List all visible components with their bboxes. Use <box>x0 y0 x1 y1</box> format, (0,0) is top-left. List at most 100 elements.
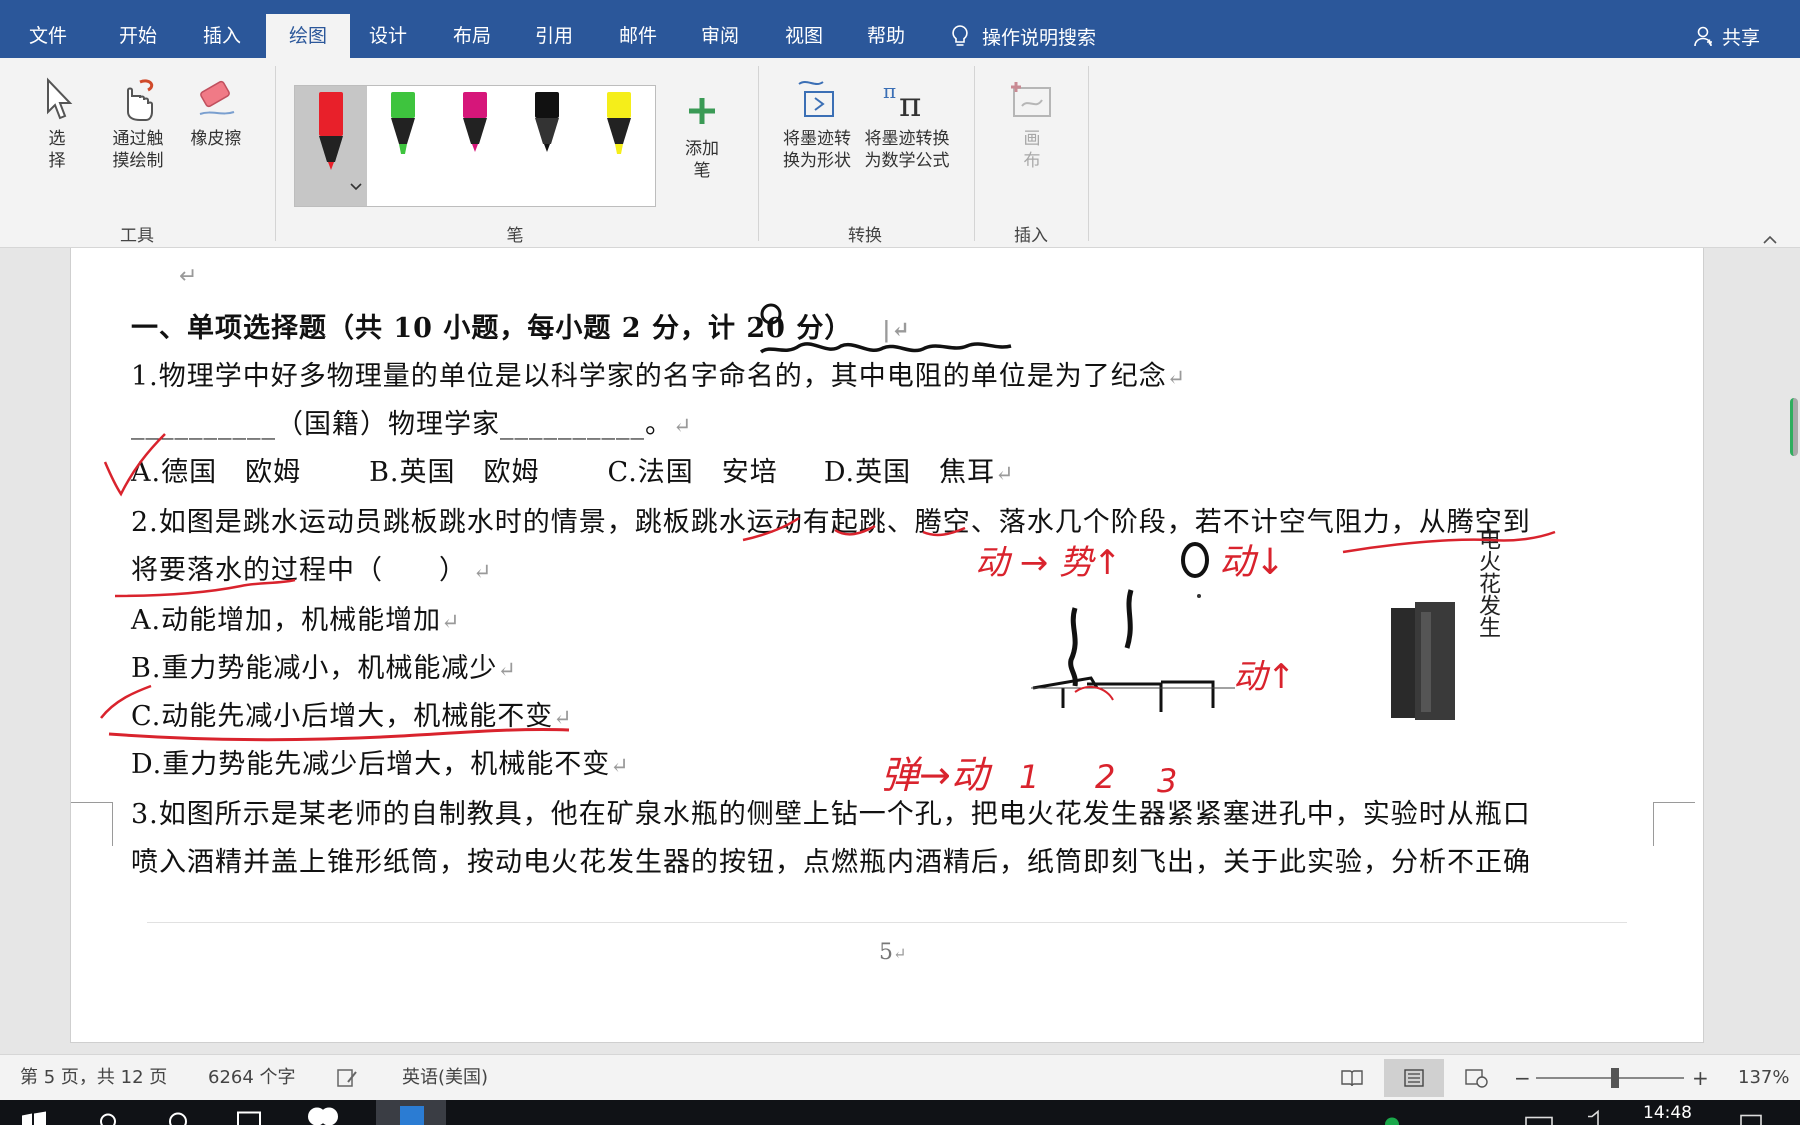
zoom-level[interactable]: 137% <box>1738 1055 1789 1101</box>
option-a: A.德国 欧姆 <box>131 457 302 488</box>
canvas-icon <box>1011 82 1051 117</box>
ink-to-math-label-1: 将墨迹转换 <box>864 129 950 149</box>
scrollbar-thumb[interactable] <box>1790 398 1798 456</box>
ink-to-shape-label-2: 换为形状 <box>783 151 851 171</box>
word-app-icon <box>400 1106 424 1125</box>
windows-start-icon[interactable] <box>20 1108 48 1125</box>
red-pen-icon[interactable] <box>311 90 351 174</box>
ink-to-math-label-2: 为数学公式 <box>864 151 950 171</box>
question-3-line-2: 喷入酒精并盖上锥形纸筒，按动电火花发生器的按钮，点燃瓶内酒精后，纸筒即刻飞出，关… <box>131 847 1531 878</box>
question-2-option-c: C.动能先减小后增大，机械能不变↵ <box>131 701 573 732</box>
option-c: C.法国 安培 <box>607 457 778 488</box>
question-1-line-2: __________（国籍）物理学家__________。↵ <box>131 409 693 440</box>
select-button[interactable]: 选 择 <box>36 76 78 172</box>
search-icon[interactable] <box>96 1108 120 1125</box>
yellow-highlighter-icon[interactable] <box>599 90 639 174</box>
question-3-line-1: 3.如图所示是某老师的自制教具，他在矿泉水瓶的侧壁上钻一个孔，把电火花发生器紧紧… <box>131 799 1531 830</box>
tab-references[interactable]: 引用 <box>518 0 590 58</box>
language-indicator[interactable]: 英语(美国) <box>402 1055 488 1101</box>
read-mode-button[interactable] <box>1322 1059 1382 1097</box>
plus-icon <box>689 98 715 124</box>
diving-figure <box>1031 542 1235 712</box>
svg-text:π: π <box>899 85 921 122</box>
touch-draw-icon <box>127 79 154 121</box>
eraser-label: 橡皮擦 <box>190 129 242 149</box>
tab-file[interactable]: 文件 <box>12 0 84 58</box>
tab-layout[interactable]: 布局 <box>436 0 508 58</box>
green-highlighter-icon[interactable] <box>383 90 423 174</box>
tab-help[interactable]: 帮助 <box>850 0 922 58</box>
app-icon[interactable] <box>306 1104 340 1125</box>
collapse-ribbon-icon[interactable] <box>1762 230 1778 249</box>
tray-icon[interactable] <box>1524 1108 1554 1125</box>
page-number: 5↵ <box>879 940 907 965</box>
tab-design[interactable]: 设计 <box>352 0 424 58</box>
touch-draw-label-1: 通过触 <box>112 129 164 149</box>
tab-home[interactable]: 开始 <box>102 0 174 58</box>
figure-label-vertical: 电火花发生 <box>1475 528 1500 638</box>
share-button[interactable]: 共享 <box>1692 0 1760 58</box>
ribbon-draw-panel: 选 择 通过触 摸绘制 橡皮擦 工具 添加 笔 笔 将墨迹转 换为形状 ππ 将… <box>0 58 1800 248</box>
canvas-label-1: 画 <box>1023 129 1041 149</box>
page-indicator[interactable]: 第 5 页，共 12 页 <box>20 1055 167 1101</box>
tab-review[interactable]: 审阅 <box>684 0 756 58</box>
black-pen-icon[interactable] <box>527 90 567 174</box>
tell-me-search[interactable]: 操作说明搜索 <box>950 0 1096 58</box>
network-icon[interactable] <box>1382 1110 1402 1125</box>
black-ink-underline <box>759 342 1012 354</box>
question-2-line-1: 2.如图是跳水运动员跳板跳水时的情景，跳板跳水运动有起跳、腾空、落水几个阶段，若… <box>131 507 1531 538</box>
word-count[interactable]: 6264 个字 <box>208 1055 296 1101</box>
chevron-down-icon[interactable] <box>349 182 363 192</box>
tab-mailings[interactable]: 邮件 <box>602 0 674 58</box>
ink-note-stage-2: 2 <box>1095 758 1115 796</box>
proofing-icon[interactable] <box>336 1055 360 1101</box>
book-icon <box>1341 1070 1363 1087</box>
share-label: 共享 <box>1721 26 1760 49</box>
notification-icon[interactable] <box>1738 1108 1764 1125</box>
crop-mark <box>71 802 113 846</box>
question-2-option-d: D.重力势能先减少后增大，机械能不变↵ <box>131 749 630 780</box>
word-taskbar-button[interactable] <box>376 1100 446 1125</box>
clock[interactable]: 14:48 <box>1643 1103 1692 1123</box>
volume-icon[interactable] <box>1584 1106 1604 1125</box>
file-explorer-icon[interactable] <box>236 1106 264 1125</box>
task-view-icon[interactable] <box>166 1108 190 1125</box>
paragraph-mark: ↵ <box>179 264 198 289</box>
insert-group-label: 插入 <box>1014 226 1048 246</box>
drawing-canvas-button[interactable]: 画 布 <box>1004 76 1060 172</box>
touch-draw-label-2: 摸绘制 <box>112 151 164 171</box>
zoom-in-button[interactable]: + <box>1692 1055 1709 1101</box>
option-d: D.英国 焦耳 <box>823 457 996 488</box>
status-bar: 第 5 页，共 12 页 6264 个字 英语(美国) − + 137% <box>0 1054 1800 1100</box>
print-layout-button[interactable] <box>1384 1059 1444 1097</box>
ink-to-shape-button[interactable]: 将墨迹转 换为形状 <box>778 76 856 172</box>
web-layout-icon <box>1465 1069 1488 1088</box>
canvas-label-2: 布 <box>1023 151 1041 171</box>
pi-icon: ππ <box>883 79 921 122</box>
web-layout-button[interactable] <box>1446 1059 1506 1097</box>
ink-to-shape-icon <box>798 81 834 117</box>
ink-to-math-button[interactable]: ππ 将墨迹转换 为数学公式 <box>860 76 954 172</box>
zoom-out-button[interactable]: − <box>1514 1055 1531 1101</box>
convert-group-label: 转换 <box>848 226 882 246</box>
page-layout-icon <box>1404 1069 1424 1087</box>
add-pen-button[interactable]: 添加 笔 <box>672 92 732 182</box>
question-2-option-a: A.动能增加，机械能增加↵ <box>131 605 461 636</box>
zoom-slider[interactable] <box>1536 1077 1684 1079</box>
pens-group-label: 笔 <box>506 226 524 246</box>
eraser-button[interactable]: 橡皮擦 <box>186 76 246 150</box>
document-area[interactable]: ↵ 一、单项选择题（共 10 小题，每小题 2 分，计 20 分） |↵ 1.物理… <box>0 248 1800 1054</box>
windows-taskbar: 14:48 <box>0 1100 1800 1125</box>
tab-draw[interactable]: 绘图 <box>266 14 350 58</box>
draw-with-touch-button[interactable]: 通过触 摸绘制 <box>104 76 172 172</box>
tab-view[interactable]: 视图 <box>768 0 840 58</box>
document-page[interactable]: ↵ 一、单项选择题（共 10 小题，每小题 2 分，计 20 分） |↵ 1.物理… <box>70 248 1704 1043</box>
pen-gallery <box>294 85 656 207</box>
magenta-pen-icon[interactable] <box>455 90 495 174</box>
eraser-icon <box>199 80 235 115</box>
tab-insert[interactable]: 插入 <box>186 0 258 58</box>
option-b: B.英国 欧姆 <box>369 457 540 488</box>
question-1-options: A.德国 欧姆 B.英国 欧姆 C.法国 安培 D.英国 焦耳↵ <box>131 457 1015 488</box>
vertical-scrollbar[interactable] <box>1788 248 1800 1054</box>
zoom-slider-thumb[interactable] <box>1611 1068 1619 1088</box>
